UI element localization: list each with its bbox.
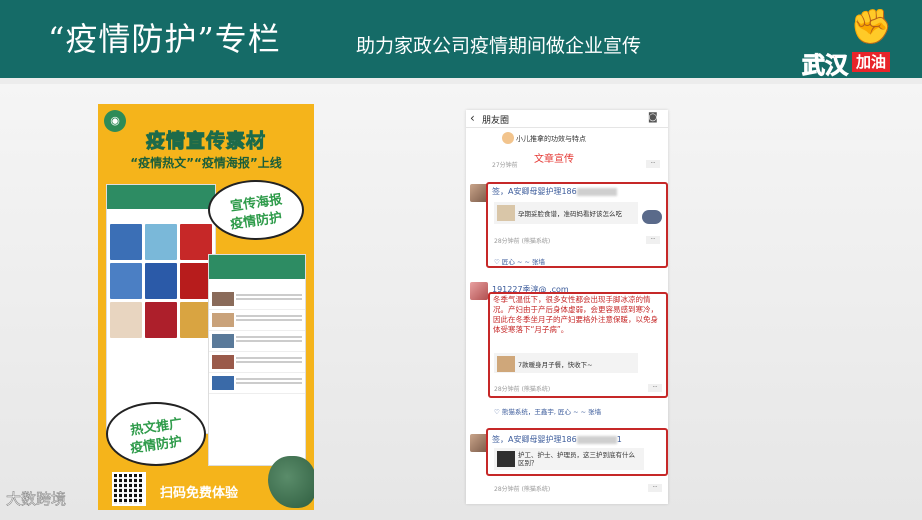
page-title: “疫情防护”专栏 [48, 20, 281, 58]
phone-mockup-articles [208, 254, 306, 466]
badge-main-text: 武汉 [802, 53, 849, 80]
page-subtitle: 助力家政公司疫情期间做企业宣传 [356, 35, 642, 57]
header-banner: “疫情防护”专栏 助力家政公司疫情期间做企业宣传 ✊ 武汉 加油 [0, 0, 922, 80]
poster-thumb [145, 263, 177, 299]
watermark-text: 大数跨境 [6, 490, 67, 509]
poster-thumb [110, 263, 142, 299]
more-button[interactable]: ·· [646, 236, 660, 244]
article-label: 文章宣传 [534, 154, 574, 165]
camera-icon[interactable]: ◙ [648, 112, 658, 123]
poster-thumb [110, 224, 142, 260]
post2-author[interactable]: 签，A安卿母婴护理186 [492, 186, 617, 197]
post2-likes: ♡ 匠心 ~ ~ 张墙 [494, 258, 545, 266]
post3-body: 冬季气温低下，很多女性都会出现手脚冰凉的情况。产妇由于产后身体虚弱，会更容易感到… [493, 295, 658, 334]
speech-bubble-posters: 宣传海报 疫情防护 [208, 180, 304, 240]
fist-icon: ✊ [850, 7, 893, 47]
phone-mockup-posters [106, 184, 216, 434]
post1-time: 27分钟前 [492, 162, 518, 169]
post4-time: 28分钟前 (熊猫系统) [494, 486, 551, 493]
poster-title: 疫情宣传素材 [145, 130, 266, 153]
promo-poster: ◉ 疫情宣传素材 “疫情热文”“疫情海报”上线 宣传海报 疫情防护 热文推广 疫… [98, 104, 314, 510]
leaf-decoration [268, 456, 314, 508]
speech-bubble-articles: 热文推广 疫情防护 [106, 402, 206, 466]
scan-cta: 扫码免费体验 [160, 486, 239, 501]
link-title: 孕期妥脸食谱，准码妈看好该怎么吃 [518, 210, 622, 218]
more-button[interactable]: ·· [648, 384, 662, 392]
link-thumb [497, 356, 515, 372]
qr-code [112, 472, 146, 506]
feed-header: ‹ 朋友圈 ◙ [466, 110, 668, 128]
post2-link-card[interactable]: 孕期妥脸食谱，准码妈看好该怎么吃 [494, 202, 638, 224]
category-grid [209, 279, 305, 289]
list-item [209, 331, 305, 352]
post4-link-card[interactable]: 护工、护士、护理员，这三护到底有什么区别？ [494, 448, 644, 470]
link-title: 护工、护士、护理员，这三护到底有什么区别？ [518, 451, 635, 467]
phone-nav-bar [107, 195, 215, 209]
category-grid [107, 209, 215, 221]
phone-nav-bar [209, 265, 305, 279]
avatar[interactable] [470, 282, 488, 300]
share-badge-icon [642, 210, 662, 224]
post3-likes: ♡ 熊猫系统，王鑫宇, 匠心 ~ ~ 张墙 [494, 408, 602, 416]
post4-author[interactable]: 签，A安卿母婴护理186 1 [492, 434, 622, 445]
moments-feed: ‹ 朋友圈 ◙ 小儿推拿的功效与特点 27分钟前 ·· 文章宣传 签，A安卿母婴… [466, 110, 668, 504]
wuhan-badge: ✊ 武汉 加油 [796, 7, 906, 80]
poster-thumbnails [107, 221, 215, 341]
phone-status-bar [107, 185, 215, 195]
feed-title: 朋友圈 [482, 116, 510, 126]
poster-thumb [110, 302, 142, 338]
link-thumb [497, 451, 515, 467]
phone-status-bar [209, 255, 305, 265]
emoji-icon [502, 132, 514, 144]
post3-link-card[interactable]: 7款暖身月子餐，快收下~ [494, 353, 638, 373]
list-item [209, 352, 305, 373]
link-thumb [497, 205, 515, 221]
more-button[interactable]: ·· [648, 484, 662, 492]
post3-time: 28分钟前 (熊猫系统) [494, 386, 551, 393]
link-title: 7款暖身月子餐，快收下~ [518, 361, 593, 369]
list-item [209, 289, 305, 310]
list-item [209, 310, 305, 331]
poster-subtitle: “疫情热文”“疫情海报”上线 [130, 156, 282, 170]
poster-thumb [145, 224, 177, 260]
badge-accent-text: 加油 [852, 52, 891, 72]
post1-text: 小儿推拿的功效与特点 [516, 135, 586, 143]
back-arrow-icon[interactable]: ‹ [470, 111, 475, 125]
poster-thumb [145, 302, 177, 338]
more-button[interactable]: ·· [646, 160, 660, 168]
list-item [209, 373, 305, 394]
post2-time: 28分钟前 (熊猫系统) [494, 238, 551, 245]
